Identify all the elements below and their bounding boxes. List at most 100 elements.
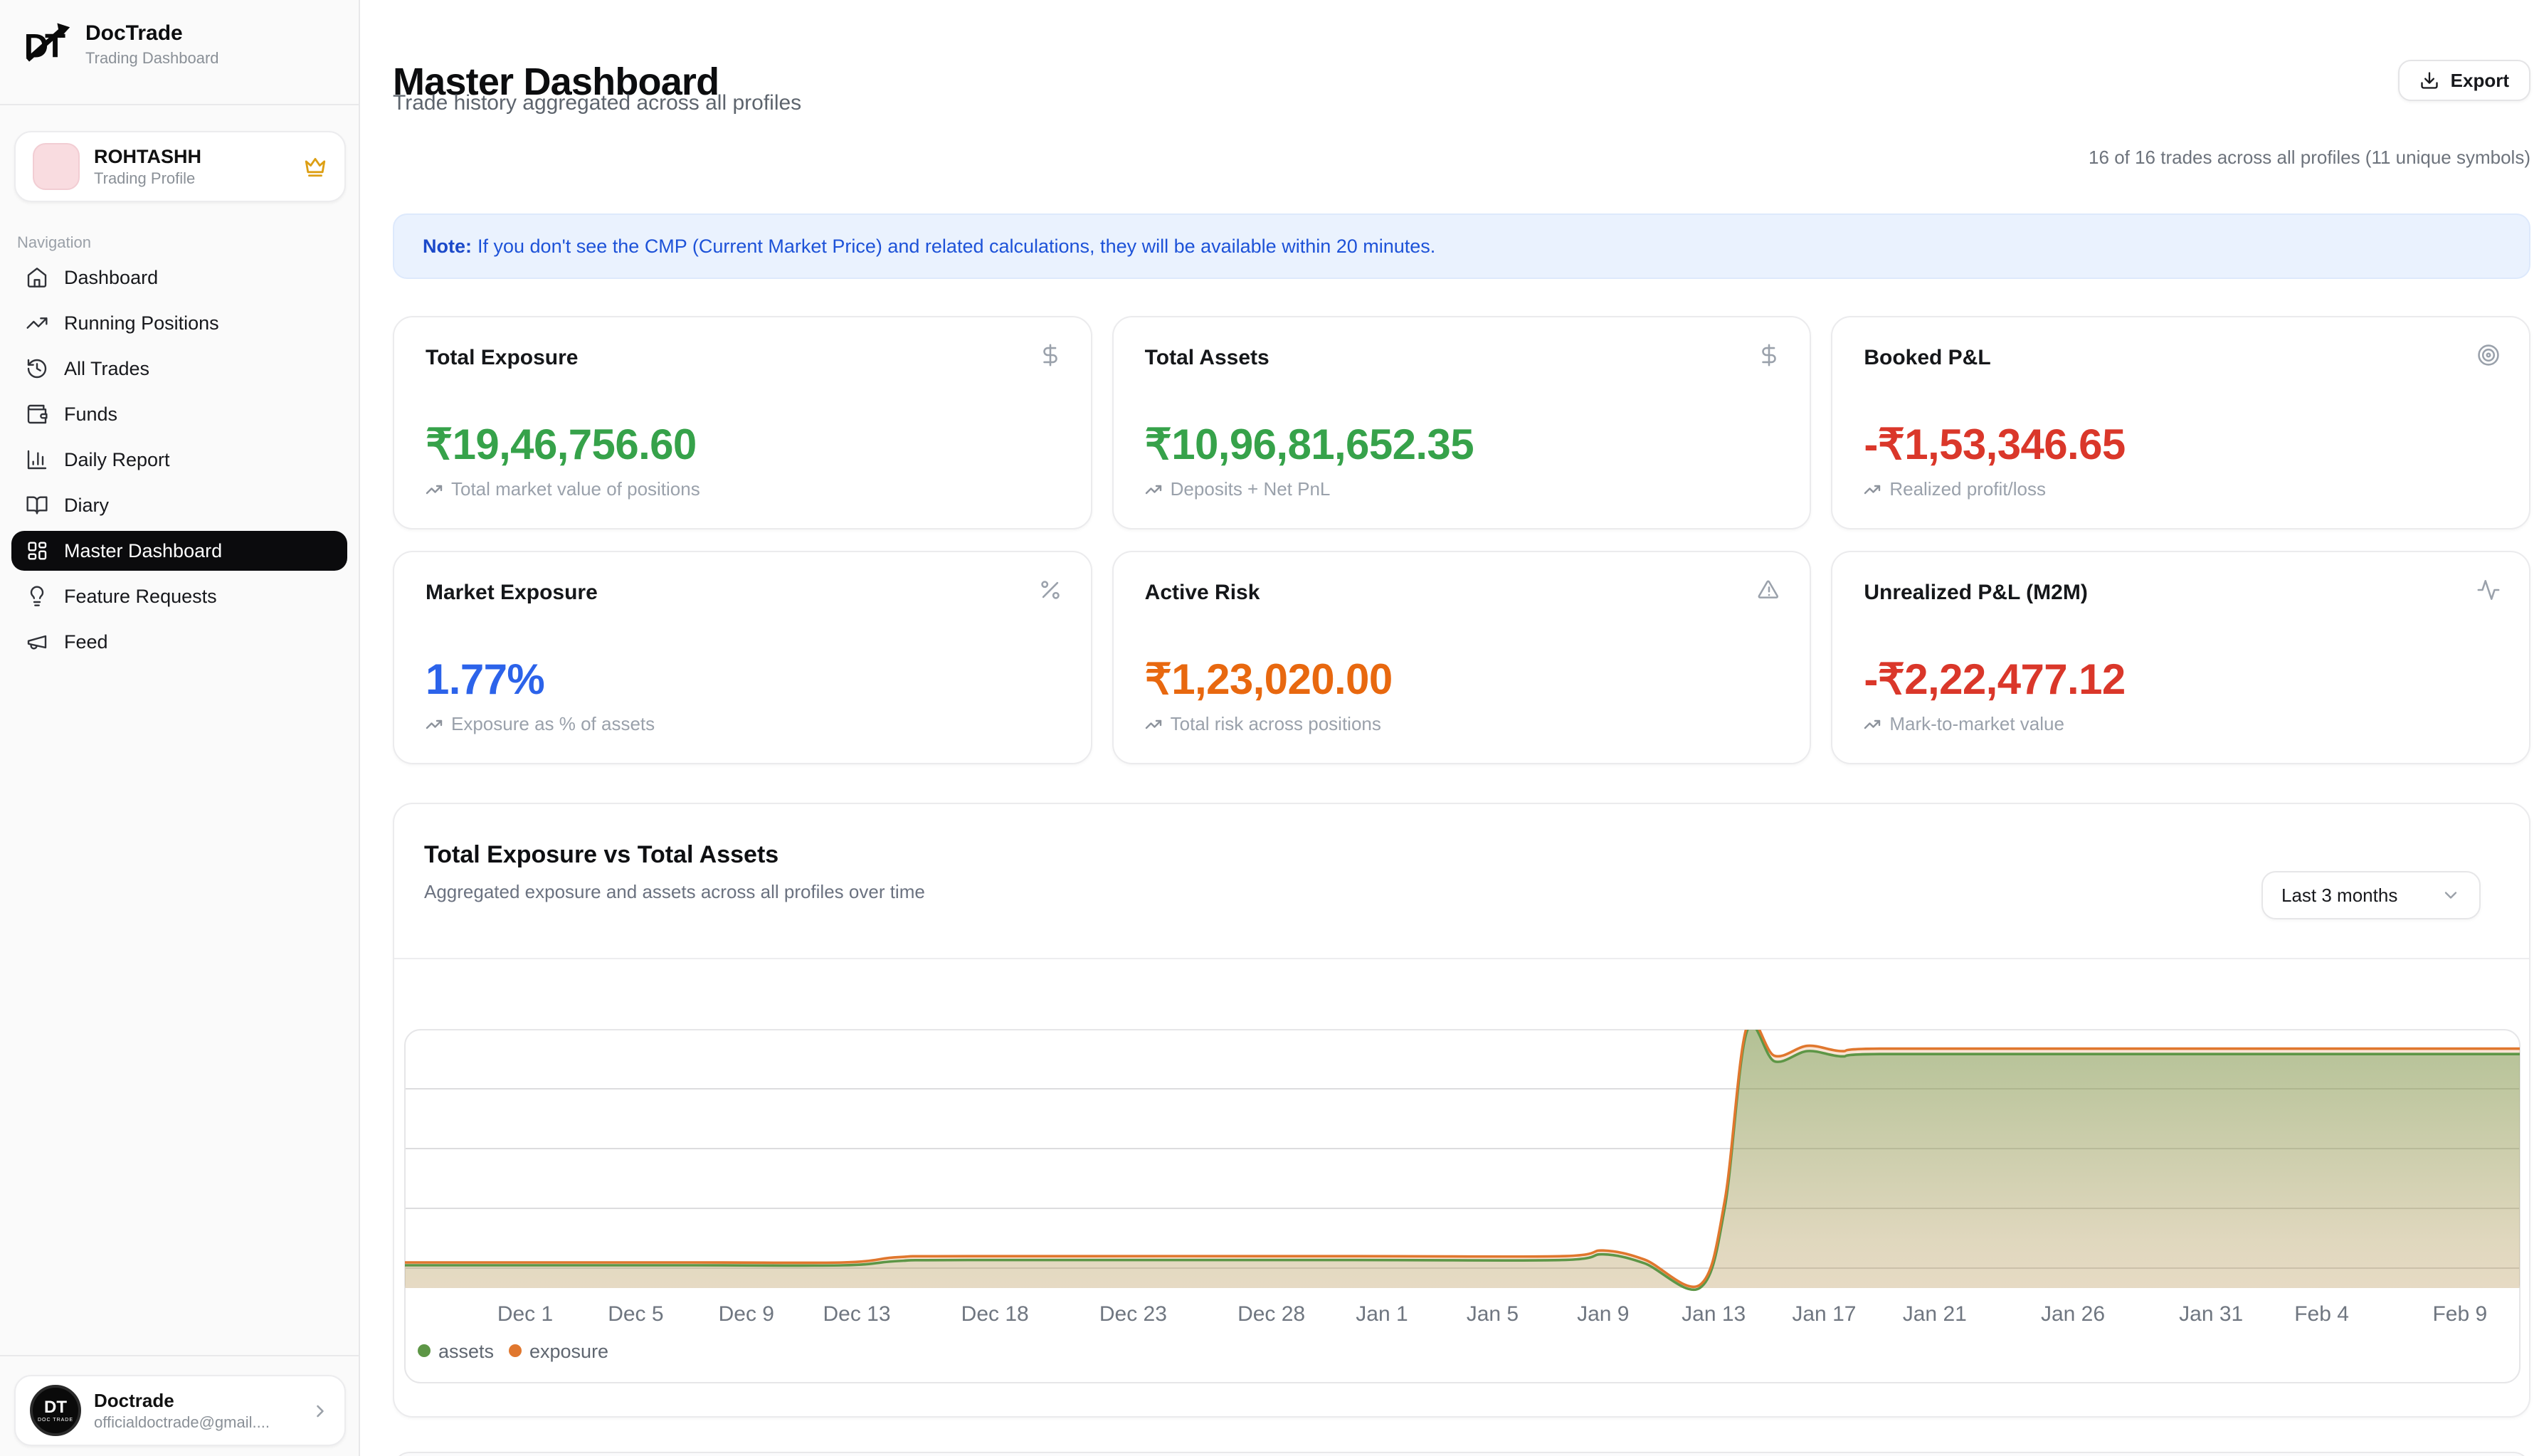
date-range-select[interactable]: Last 3 months — [2261, 871, 2481, 919]
stat-card-title: Unrealized P&L (M2M) — [1864, 581, 2498, 605]
stat-card-value: ₹10,96,81,652.35 — [1145, 420, 1474, 470]
trending-up-icon — [26, 312, 48, 334]
x-tick-label: Jan 1 — [1356, 1302, 1408, 1326]
next-section-top-edge — [393, 1452, 2530, 1456]
sidebar-item-label: Feed — [64, 631, 108, 653]
trending-up-icon — [426, 481, 443, 498]
chart-header-divider — [394, 958, 2529, 959]
profile-subtitle: Trading Profile — [94, 169, 289, 188]
home-icon — [26, 266, 48, 289]
stat-card-caption: Total risk across positions — [1145, 713, 1381, 735]
sidebar-item-label: Master Dashboard — [64, 540, 222, 562]
stat-card-title: Total Exposure — [426, 346, 1060, 370]
megaphone-icon — [26, 631, 48, 653]
note-label: Note: — [423, 236, 472, 258]
trending-up-icon — [1864, 481, 1881, 498]
history-icon — [26, 357, 48, 380]
x-tick-label: Dec 5 — [608, 1302, 663, 1326]
chart-subtitle: Aggregated exposure and assets across al… — [424, 881, 925, 903]
exposure-legend-label: exposure — [529, 1341, 608, 1362]
app-window: DT DocTrade Trading Dashboard ROHTASHH T… — [0, 0, 2539, 1456]
x-tick-label: Feb 9 — [2432, 1302, 2487, 1326]
trades-summary: 16 of 16 trades across all profiles (11 … — [2089, 147, 2530, 169]
sidebar-item-label: Running Positions — [64, 312, 219, 334]
sidebar-item-dashboard[interactable]: Dashboard — [11, 258, 347, 297]
assets-legend-label: assets — [438, 1341, 494, 1362]
trading-profile-card[interactable]: ROHTASHH Trading Profile — [14, 131, 346, 202]
stat-card-market-exposure: Market Exposure 1.77% Exposure as % of ass… — [393, 551, 1092, 764]
layout-dashboard-icon — [26, 539, 48, 562]
stat-card-value: -₹1,53,346.65 — [1864, 420, 2125, 470]
trending-up-icon — [426, 716, 443, 733]
alert-triangle-icon — [1757, 578, 1781, 602]
sidebar-item-running-positions[interactable]: Running Positions — [11, 303, 347, 343]
x-tick-label: Jan 5 — [1467, 1302, 1519, 1326]
sidebar-item-funds[interactable]: Funds — [11, 394, 347, 434]
export-button[interactable]: Export — [2398, 60, 2530, 101]
exposure-assets-chart[interactable]: Dec 1Dec 5Dec 9Dec 13Dec 18Dec 23Dec 28J… — [404, 1029, 2520, 1383]
x-tick-label: Dec 28 — [1237, 1302, 1305, 1326]
wallet-icon — [26, 403, 48, 426]
crown-icon — [303, 154, 327, 179]
date-range-value: Last 3 months — [2281, 885, 2397, 907]
stat-card-booked-p-l: Booked P&L-₹1,53,346.65Realized profit/l… — [1831, 316, 2530, 529]
download-icon — [2419, 70, 2439, 90]
x-tick-label: Jan 21 — [1903, 1302, 1967, 1326]
stat-card-title: Active Risk — [1145, 581, 1779, 605]
sidebar-item-feature-requests[interactable]: Feature Requests — [11, 576, 347, 616]
page-subtitle: Trade history aggregated across all prof… — [393, 91, 801, 115]
account-card[interactable]: DT DOC TRADE Doctrade officialdoctrade@g… — [14, 1375, 346, 1446]
bar-chart-icon — [26, 448, 48, 471]
cmp-note-banner: Note: If you don't see the CMP (Current … — [393, 213, 2530, 279]
stat-card-unrealized-p-l-m2m: Unrealized P&L (M2M)-₹2,22,477.12Mark-to… — [1831, 551, 2530, 764]
stat-card-active-risk: Active Risk ₹1,23,020.00 Total risk across… — [1112, 551, 1812, 764]
profile-name: ROHTASHH — [94, 146, 289, 168]
doctrade-logo-icon: DT — [23, 20, 71, 68]
export-label: Export — [2451, 70, 2509, 92]
stat-card-caption: Total market value of positions — [426, 478, 700, 500]
activity-icon — [2476, 578, 2501, 602]
trending-up-icon — [1864, 716, 1881, 733]
sidebar-footer-divider — [0, 1355, 359, 1356]
sidebar-item-diary[interactable]: Diary — [11, 485, 347, 525]
stat-card-value: 1.77% — [426, 655, 544, 704]
sidebar-item-daily-report[interactable]: Daily Report — [11, 440, 347, 480]
stat-cards-grid: Total Exposure₹19,46,756.60Total market … — [393, 316, 2530, 764]
main-content: Master Dashboard Trade history aggregate… — [360, 0, 2539, 1456]
book-open-icon — [26, 494, 48, 517]
x-tick-label: Dec 1 — [497, 1302, 553, 1326]
sidebar-item-label: Diary — [64, 495, 109, 517]
stat-card-title: Market Exposure — [426, 581, 1060, 605]
stat-card-total-assets: Total Assets ₹10,96,81,652.35 Deposits + N… — [1112, 316, 1812, 529]
x-tick-label: Dec 13 — [823, 1302, 890, 1326]
stat-card-title: Booked P&L — [1864, 346, 2498, 370]
lightbulb-icon — [26, 585, 48, 608]
stat-card-caption: Deposits + Net PnL — [1145, 478, 1331, 500]
sidebar-item-master-dashboard[interactable]: Master Dashboard — [11, 531, 347, 571]
chart-svg: Dec 1Dec 5Dec 9Dec 13Dec 18Dec 23Dec 28J… — [404, 1029, 2520, 1383]
sidebar-item-label: Feature Requests — [64, 586, 217, 608]
x-tick-label: Jan 31 — [2179, 1302, 2243, 1326]
stat-card-caption: Exposure as % of assets — [426, 713, 655, 735]
brand-tagline: Trading Dashboard — [85, 49, 219, 68]
stat-card-value: ₹1,23,020.00 — [1145, 655, 1393, 705]
sidebar-divider — [0, 104, 359, 105]
assets-legend-dot — [418, 1344, 431, 1357]
percent-icon — [1038, 578, 1062, 602]
x-tick-label: Dec 18 — [961, 1302, 1029, 1326]
x-tick-label: Dec 9 — [719, 1302, 774, 1326]
exposure-legend-dot — [509, 1344, 522, 1357]
stat-card-title: Total Assets — [1145, 346, 1779, 370]
exposure-vs-assets-card: Total Exposure vs Total Assets Aggregate… — [393, 803, 2530, 1418]
dollar-icon — [1038, 343, 1062, 367]
sidebar-item-feed[interactable]: Feed — [11, 622, 347, 662]
sidebar-item-all-trades[interactable]: All Trades — [11, 349, 347, 389]
sidebar-item-label: All Trades — [64, 358, 149, 380]
target-icon — [2476, 343, 2501, 367]
account-name: Doctrade — [94, 1390, 297, 1412]
x-tick-label: Feb 4 — [2294, 1302, 2349, 1326]
chart-title: Total Exposure vs Total Assets — [424, 841, 778, 869]
trending-up-icon — [1145, 716, 1162, 733]
sidebar-item-label: Daily Report — [64, 449, 170, 471]
chevron-right-icon — [310, 1400, 330, 1420]
